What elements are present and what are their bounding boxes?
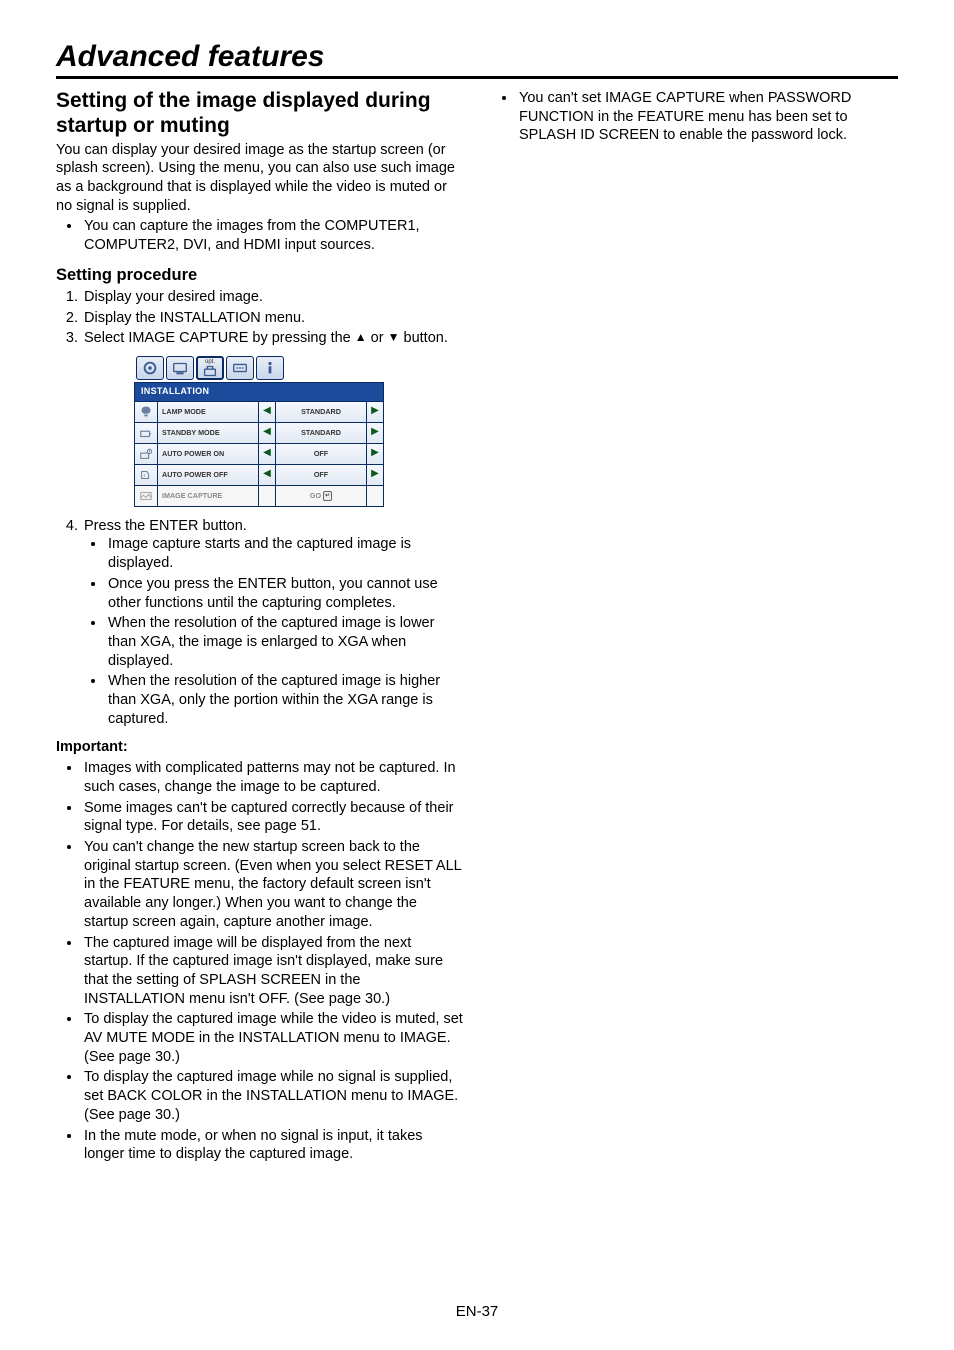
title-rule [56,76,898,79]
up-arrow-icon: ▲ [355,330,367,345]
svg-text:z: z [143,473,145,478]
intro-bullet-list: You can capture the images from the COMP… [56,217,463,254]
step-4: Press the ENTER button. Image capture st… [82,517,463,729]
important-item: To display the captured image while the … [82,1010,463,1066]
right-bullet-list: You can't set IMAGE CAPTURE when PASSWOR… [491,89,898,145]
menu-tab-signal [226,356,254,380]
step4-sublist: Image capture starts and the captured im… [84,535,463,728]
menu-label: STANDBY MODE [158,423,258,443]
lamp-icon [135,402,158,422]
important-item: You can't change the new startup screen … [82,838,463,932]
power-off-icon: z [135,465,158,485]
section-heading: Setting of the image displayed during st… [56,89,463,139]
page-number: EN-37 [0,1303,954,1320]
menu-label: AUTO POWER ON [158,444,258,464]
menu-value: OFF [275,465,366,485]
menu-row-auto-power-on: AUTO POWER ON ◀ OFF ▶ [134,444,384,465]
opt-label: opt. [205,359,215,367]
important-item: Images with complicated patterns may not… [82,759,463,796]
menu-row-auto-power-off: z AUTO POWER OFF ◀ OFF ▶ [134,465,384,486]
step4-text: Press the ENTER button. [84,518,247,534]
step3-text-a: Select IMAGE CAPTURE by pressing the [84,330,355,346]
menu-value: OFF [275,444,366,464]
menu-tab-info [256,356,284,380]
left-column: Setting of the image displayed during st… [56,89,463,1170]
power-on-icon [135,444,158,464]
menu-label: IMAGE CAPTURE [158,486,258,506]
right-arrow-icon: ▶ [366,444,383,464]
menu-label: AUTO POWER OFF [158,465,258,485]
left-arrow-icon: ◀ [258,465,275,485]
important-label: Important: [56,738,463,757]
step-3: Select IMAGE CAPTURE by pressing the ▲ o… [82,329,463,348]
menu-tab-installation [166,356,194,380]
right-arrow-icon: ▶ [366,465,383,485]
important-item: Some images can't be captured correctly … [82,799,463,836]
right-column: You can't set IMAGE CAPTURE when PASSWOR… [491,89,898,1170]
menu-tab-row: opt. [134,356,384,380]
menu-tab-image [136,356,164,380]
important-item: To display the captured image while no s… [82,1068,463,1124]
important-list: Images with complicated patterns may not… [56,759,463,1164]
important-item: The captured image will be displayed fro… [82,934,463,1009]
menu-value: STANDARD [275,402,366,422]
menu-tab-option: opt. [196,356,224,380]
intro-bullet: You can capture the images from the COMP… [82,217,463,254]
intro-paragraph: You can display your desired image as th… [56,141,463,216]
menu-header: INSTALLATION [134,382,384,402]
left-arrow-icon: ◀ [258,423,275,443]
page-title: Advanced features [56,40,898,74]
menu-value: GO↵ [275,486,366,506]
important-item: In the mute mode, or when no signal is i… [82,1127,463,1164]
step3-text-c: button. [400,330,448,346]
capture-icon [135,486,158,506]
enter-icon: ↵ [323,491,332,501]
right-arrow-icon: ▶ [366,486,383,506]
procedure-list-cont: Press the ENTER button. Image capture st… [56,517,463,729]
menu-value: STANDARD [275,423,366,443]
menu-label: LAMP MODE [158,402,258,422]
step-2: Display the INSTALLATION menu. [82,309,463,328]
menu-row-image-capture: IMAGE CAPTURE ◀ GO↵ ▶ [134,486,384,507]
two-column-layout: Setting of the image displayed during st… [56,89,898,1170]
step4-sub-item: Once you press the ENTER button, you can… [106,575,463,612]
step3-text-b: or [367,330,388,346]
menu-row-standby-mode: STANDBY MODE ◀ STANDARD ▶ [134,423,384,444]
right-arrow-icon: ▶ [366,423,383,443]
left-arrow-icon: ◀ [258,486,275,506]
step4-sub-item: Image capture starts and the captured im… [106,535,463,572]
left-arrow-icon: ◀ [258,402,275,422]
step4-sub-item: When the resolution of the captured imag… [106,672,463,728]
right-bullet: You can't set IMAGE CAPTURE when PASSWOR… [517,89,898,145]
installation-menu-graphic: opt. INSTALLATION LAMP MODE ◀ STANDARD [134,356,384,507]
right-arrow-icon: ▶ [366,402,383,422]
procedure-heading: Setting procedure [56,265,463,286]
step4-sub-item: When the resolution of the captured imag… [106,614,463,670]
down-arrow-icon: ▼ [388,330,400,345]
left-arrow-icon: ◀ [258,444,275,464]
document-page: Advanced features Setting of the image d… [0,0,954,1350]
step-1: Display your desired image. [82,288,463,307]
procedure-list: Display your desired image. Display the … [56,288,463,348]
menu-row-lamp-mode: LAMP MODE ◀ STANDARD ▶ [134,402,384,423]
standby-icon [135,423,158,443]
